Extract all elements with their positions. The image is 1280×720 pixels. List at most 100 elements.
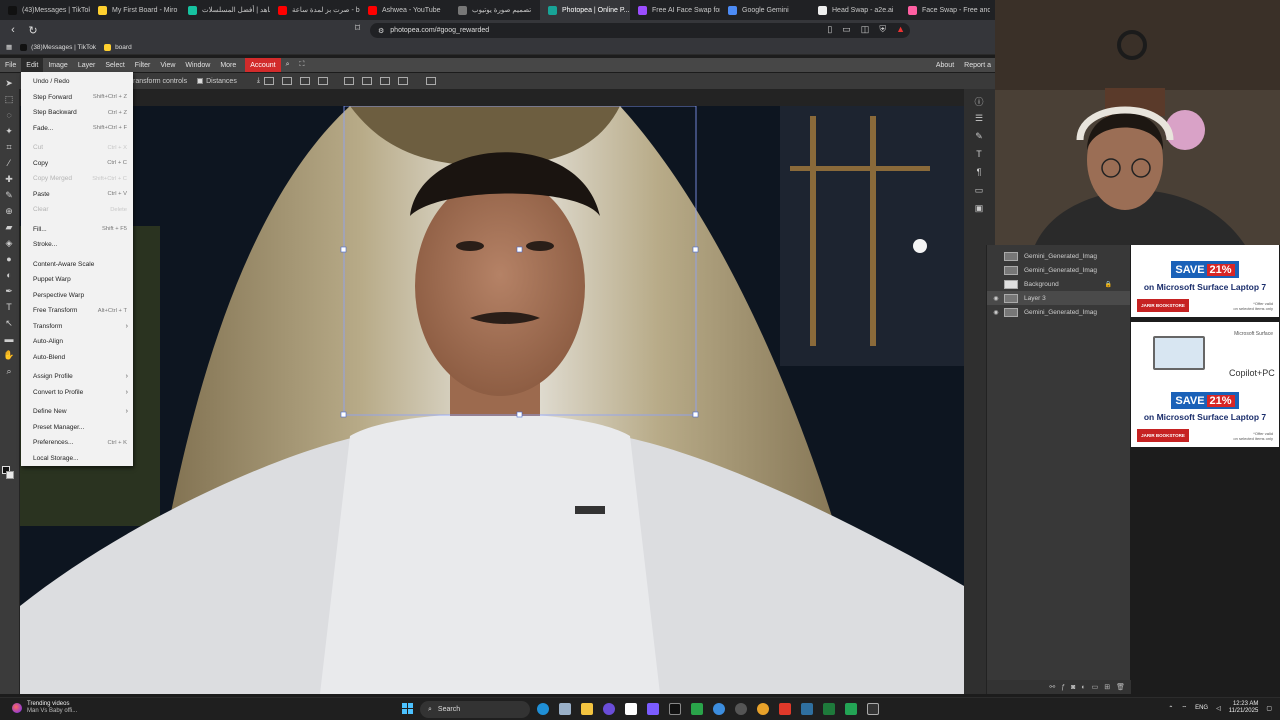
new-group-icon[interactable]: ▭ <box>1092 683 1099 691</box>
menu-filter[interactable]: Filter <box>130 58 156 72</box>
taskbar-search[interactable]: ⌕ Search <box>420 701 530 718</box>
magic-wand-tool-icon[interactable]: ✦ <box>3 125 15 137</box>
layer-mask-icon[interactable]: ◙ <box>1071 684 1075 691</box>
browser-tab[interactable]: Face Swap - Free and Un... <box>900 0 990 20</box>
brush-tool-icon[interactable]: ✎ <box>3 189 15 201</box>
distribute-icon[interactable] <box>379 77 390 85</box>
crop-tool-icon[interactable]: ⌗ <box>3 141 15 153</box>
path-select-tool-icon[interactable]: ↖ <box>3 317 15 329</box>
shape-tool-icon[interactable]: ▬ <box>3 333 15 345</box>
browser-tab[interactable]: Ashwea - YouTube <box>360 0 450 20</box>
zoom-tool-icon[interactable]: ⌕ <box>3 365 15 377</box>
type-tool-icon[interactable]: T <box>3 301 15 313</box>
healing-tool-icon[interactable]: ✚ <box>3 173 15 185</box>
edit-menu-item[interactable]: Preferences... Ctrl + K <box>21 435 133 451</box>
browser-tab[interactable]: Photopea | Online P...× <box>540 0 630 20</box>
edit-menu-item[interactable]: Auto-Blend <box>21 350 133 366</box>
bookmark-item[interactable]: (38)Messages | TikTok <box>20 43 96 51</box>
discord-icon[interactable] <box>603 703 615 715</box>
layer-row[interactable]: Gemini_Generated_Imag <box>987 263 1130 277</box>
align-top-icon[interactable] <box>317 77 328 85</box>
edit-menu-item[interactable]: Fade... Shift+Ctrl + F <box>21 121 133 137</box>
browser-tab[interactable]: Free AI Face Swap for Pr... <box>630 0 720 20</box>
site-info-icon[interactable]: ⚙ <box>378 27 384 35</box>
browser-tab[interactable]: My First Board - Miro <box>90 0 180 20</box>
css-icon[interactable]: ▭ <box>973 185 985 197</box>
eraser-tool-icon[interactable]: ▰ <box>3 221 15 233</box>
news-widget[interactable]: Trending videos Man Vs Baby offi... <box>12 701 77 715</box>
menu-image[interactable]: Image <box>43 58 72 72</box>
marquee-tool-icon[interactable]: ⬚ <box>3 93 15 105</box>
menu-layer[interactable]: Layer <box>73 58 101 72</box>
page-icon[interactable]: ▯ <box>827 24 832 35</box>
account-button[interactable]: Account <box>245 58 281 72</box>
cast-icon[interactable]: ▭ <box>842 24 851 35</box>
align-right-icon[interactable] <box>299 77 310 85</box>
edit-menu-item[interactable]: Content-Aware Scale <box>21 257 133 273</box>
menu-more[interactable]: More <box>215 58 241 72</box>
browser-tab[interactable]: تصميم صورة يوتيوب <box>450 0 540 20</box>
shield-icon[interactable]: ⛨ <box>879 24 886 35</box>
menu-window[interactable]: Window <box>180 58 215 72</box>
download-icon[interactable]: ⤓ <box>257 77 260 85</box>
edit-menu-item[interactable]: Stroke... <box>21 237 133 253</box>
menubar-link[interactable]: About <box>936 62 954 69</box>
properties-icon[interactable]: ☰ <box>973 113 985 125</box>
image-panel-icon[interactable]: ▣ <box>973 203 985 215</box>
menu-file[interactable]: File <box>0 58 21 72</box>
ad-banner-1[interactable]: SAVE 21% on Microsoft Surface Laptop 7 J… <box>1131 245 1279 317</box>
paragraph-icon[interactable]: ¶ <box>973 167 985 179</box>
dodge-tool-icon[interactable]: ◐ <box>3 269 15 281</box>
chrome-canary-icon[interactable] <box>757 703 769 715</box>
transform-controls-label[interactable]: ransform controls <box>133 78 187 85</box>
tiktok-icon[interactable] <box>669 703 681 715</box>
edit-menu-item[interactable]: Transform › <box>21 319 133 335</box>
edit-menu-item[interactable]: Free Transform Alt+Ctrl + T <box>21 303 133 319</box>
menu-edit[interactable]: Edit <box>21 58 44 72</box>
info-icon[interactable]: ⓘ <box>973 95 985 107</box>
background-color-swatch[interactable] <box>6 471 14 479</box>
edge-icon[interactable] <box>537 703 549 715</box>
edit-menu-item[interactable]: Undo / Redo <box>21 74 133 90</box>
search-icon[interactable]: ⌕ <box>281 58 295 72</box>
notifications-icon[interactable]: ▢ <box>1266 705 1272 712</box>
start-icon[interactable] <box>402 703 414 715</box>
move-tool-icon[interactable]: ➤ <box>3 77 15 89</box>
edit-menu-item[interactable]: Perspective Warp <box>21 288 133 304</box>
tray-overflow-icon[interactable]: ⌃ <box>1168 705 1173 712</box>
extensions-icon[interactable]: ◫ <box>861 24 870 35</box>
clone-tool-icon[interactable]: ⊕ <box>3 205 15 217</box>
back-icon[interactable]: ‹ <box>6 24 20 36</box>
align-center-icon[interactable] <box>281 77 292 85</box>
delete-layer-icon[interactable]: 🗑 <box>1116 683 1125 691</box>
layer-row[interactable]: Gemini_Generated_Imag <box>987 249 1130 263</box>
wifi-icon[interactable]: ⌔ <box>1181 704 1187 712</box>
browser-tab[interactable]: شاهد | أفضل المسلسلات <box>180 0 270 20</box>
ad-banner-2[interactable]: Microsoft Surface Copilot+PC SAVE 21% on… <box>1131 322 1279 447</box>
excel-icon[interactable] <box>823 703 835 715</box>
blur-tool-icon[interactable]: ● <box>3 253 15 265</box>
steam-icon[interactable] <box>801 703 813 715</box>
edit-menu-item[interactable]: Paste Ctrl + V <box>21 187 133 203</box>
browser-tab[interactable]: Google Gemini <box>720 0 810 20</box>
apps-icon[interactable]: ▦ <box>6 43 12 51</box>
edit-menu-item[interactable]: Auto-Align <box>21 334 133 350</box>
edit-menu-item[interactable]: Fill... Shift + F5 <box>21 222 133 238</box>
grid-icon[interactable] <box>425 77 436 85</box>
settings-icon[interactable] <box>735 703 747 715</box>
browser-tab[interactable]: (43)Messages | TikTok <box>0 0 90 20</box>
distribute-v-icon[interactable] <box>397 77 408 85</box>
chrome-icon[interactable] <box>713 703 725 715</box>
layer-row[interactable]: Background 🔒 <box>987 277 1130 291</box>
reload-icon[interactable]: ↻ <box>26 24 40 37</box>
lasso-tool-icon[interactable]: ◌ <box>3 109 15 121</box>
menubar-link[interactable]: Report a <box>964 62 991 69</box>
speaker-icon[interactable]: ◁ <box>1216 705 1221 712</box>
edit-menu-item[interactable]: Local Storage... <box>21 451 133 467</box>
xbox-icon[interactable] <box>691 703 703 715</box>
bookmark-item[interactable]: board <box>104 43 132 51</box>
clock[interactable]: 12:23 AM 11/21/2025 <box>1229 701 1259 715</box>
edit-menu-item[interactable]: Step Backward Ctrl + Z <box>21 105 133 121</box>
menu-select[interactable]: Select <box>100 58 129 72</box>
folder-icon[interactable] <box>581 703 593 715</box>
